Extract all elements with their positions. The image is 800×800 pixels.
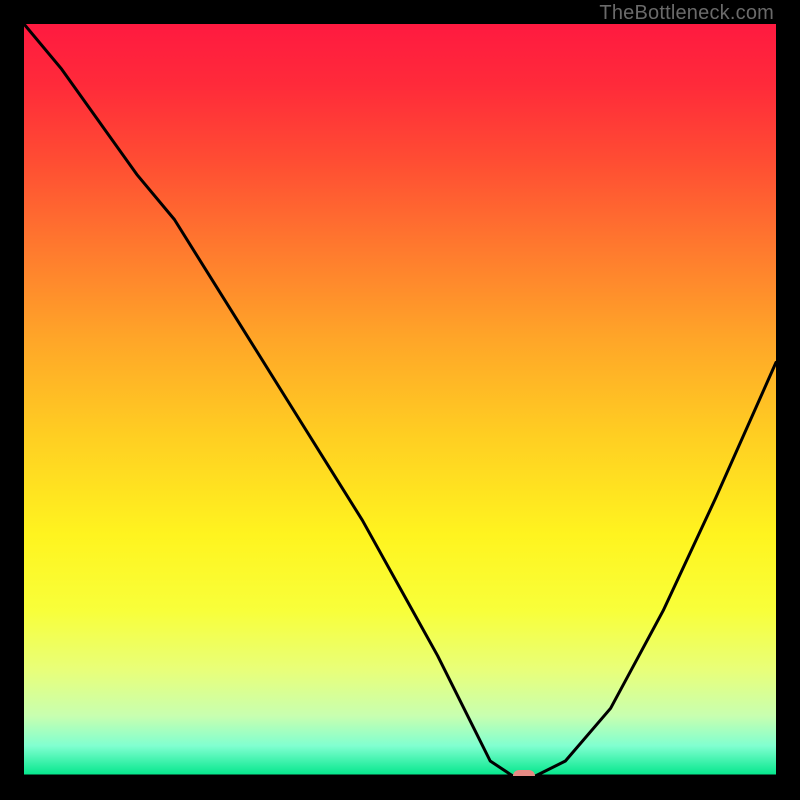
- plot-area: [24, 24, 776, 776]
- curve-layer: [24, 24, 776, 776]
- optimum-marker: [513, 770, 535, 776]
- watermark-text: TheBottleneck.com: [599, 2, 774, 25]
- bottleneck-curve: [24, 24, 776, 776]
- chart-frame: TheBottleneck.com: [0, 0, 800, 800]
